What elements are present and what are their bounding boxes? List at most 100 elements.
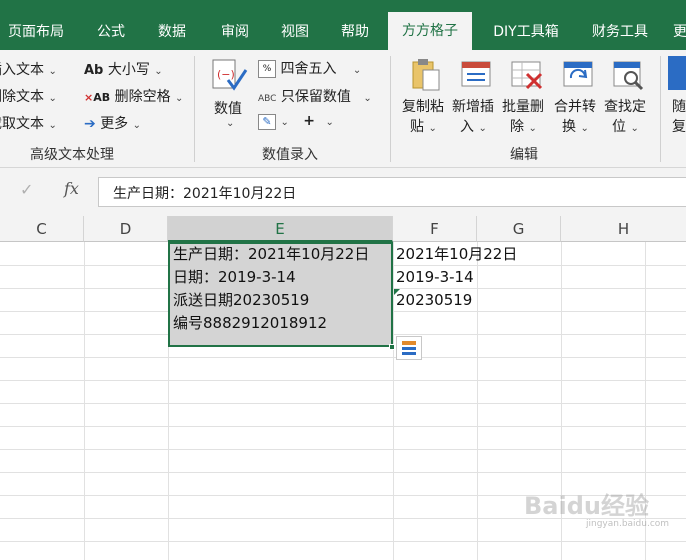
round-button[interactable]: % 四舍五入 ⌄ xyxy=(258,58,361,78)
title-strip xyxy=(0,0,686,10)
gridline xyxy=(477,242,478,560)
tab-page-layout[interactable]: 页面布局 xyxy=(0,14,72,50)
case-button[interactable]: Ab 大小写 ⌄ xyxy=(84,59,163,79)
find-locate-label-1: 查找定 xyxy=(604,99,646,115)
gridline xyxy=(0,541,686,542)
case-label: 大小写 xyxy=(107,62,150,78)
group-divider xyxy=(390,56,391,162)
tab-formulas[interactable]: 公式 xyxy=(86,14,136,50)
insert-text-button[interactable]: 插入文本 ⌄ xyxy=(0,59,57,79)
gridline xyxy=(0,426,686,427)
new-insert-button[interactable]: 新增插 入 ⌄ xyxy=(452,56,500,142)
cell-e3[interactable]: 派送日期20230519 xyxy=(173,289,309,311)
worksheet-grid[interactable]: C D E F G H 生产日期：2021年10月22日 日期：2019-3-1… xyxy=(0,216,686,560)
ribbon-tab-bar: 页面布局 公式 数据 审阅 视图 帮助 方方格子 DIY工具箱 财务工具 更 xyxy=(0,0,686,50)
group-label-number-entry: 数值录入 xyxy=(262,147,318,163)
chevron-down-icon: ⌄ xyxy=(154,66,163,77)
check-icon[interactable]: ✓ xyxy=(20,180,33,199)
batch-delete-button[interactable]: 批量删 除 ⌄ xyxy=(502,56,552,142)
find-locate-button[interactable]: 查找定 位 ⌄ xyxy=(604,56,654,142)
column-header-f[interactable]: F xyxy=(393,216,477,242)
cell-f2[interactable]: 2019-3-14 xyxy=(396,266,474,288)
random-icon xyxy=(668,56,686,90)
extract-text-label: 截取文本 xyxy=(0,116,44,132)
fx-icon[interactable]: fx xyxy=(64,179,79,198)
edit-format-button[interactable]: ✎ ⌄ + ⌄ xyxy=(258,113,334,130)
merge-convert-button[interactable]: 合并转 换 ⌄ xyxy=(554,56,604,142)
gridline xyxy=(0,357,686,358)
random-button[interactable]: 随 复 xyxy=(668,56,686,142)
case-icon: Ab xyxy=(84,63,104,78)
merge-convert-label-1: 合并转 xyxy=(554,99,596,115)
random-label-1: 随 xyxy=(672,99,686,115)
random-label-2: 复 xyxy=(672,119,686,135)
formula-content: 生产日期：2021年10月22日 xyxy=(113,186,297,202)
formula-bar: ✓ fx 生产日期：2021年10月22日 xyxy=(0,168,686,216)
more-label: 更多 xyxy=(100,116,129,132)
keep-numeric-label: 只保留数值 xyxy=(280,89,351,105)
column-header-e[interactable]: E xyxy=(168,216,393,242)
merge-convert-icon xyxy=(563,61,593,87)
tab-fangfanggezi[interactable]: 方方格子 xyxy=(388,12,472,50)
error-indicator-icon[interactable] xyxy=(394,289,400,295)
excel-window: 页面布局 公式 数据 审阅 视图 帮助 方方格子 DIY工具箱 财务工具 更 插… xyxy=(0,0,686,560)
tab-data[interactable]: 数据 xyxy=(146,14,198,50)
cell-e1[interactable]: 生产日期：2021年10月22日 xyxy=(173,243,369,265)
gridline xyxy=(0,449,686,450)
formula-input[interactable]: 生产日期：2021年10月22日 xyxy=(98,177,686,207)
cell-f1[interactable]: 2021年10月22日 xyxy=(396,243,517,265)
chevron-down-icon: ⌄ xyxy=(325,117,334,128)
tab-finance-tools[interactable]: 财务工具 xyxy=(582,14,658,50)
flash-fill-options-button[interactable] xyxy=(396,336,422,360)
chevron-down-icon: ⌄ xyxy=(48,66,57,77)
plus-icon[interactable]: + xyxy=(303,113,315,129)
clipboard-icon xyxy=(412,59,440,91)
chevron-down-icon: ⌄ xyxy=(132,120,142,131)
delete-spaces-icon: ×AB xyxy=(84,91,111,104)
gridline xyxy=(0,380,686,381)
tab-help[interactable]: 帮助 xyxy=(330,14,380,50)
find-locate-label-2: 位 ⌄ xyxy=(612,119,639,135)
keep-numeric-button[interactable]: ABC 只保留数值 ⌄ xyxy=(258,86,372,106)
new-insert-label-2: 入 ⌄ xyxy=(460,119,487,135)
abc-icon: ABC xyxy=(258,94,277,104)
group-label-edit: 编辑 xyxy=(510,147,538,163)
cell-f3[interactable]: 20230519 xyxy=(396,289,472,311)
gridline xyxy=(0,403,686,404)
copy-paste-button[interactable]: 复制粘 贴 ⌄ xyxy=(402,56,450,142)
column-header-g[interactable]: G xyxy=(477,216,561,242)
tab-review[interactable]: 审阅 xyxy=(210,14,260,50)
column-header-h[interactable]: H xyxy=(561,216,686,242)
copy-paste-label-2: 贴 ⌄ xyxy=(410,119,437,135)
tab-view[interactable]: 视图 xyxy=(270,14,320,50)
column-header-c[interactable]: C xyxy=(0,216,84,242)
batch-delete-label-2: 除 ⌄ xyxy=(510,119,537,135)
round-label: 四舍五入 xyxy=(280,61,337,77)
batch-delete-icon xyxy=(511,61,543,90)
gridline xyxy=(0,472,686,473)
cell-e4[interactable]: 编号8882912018912 xyxy=(173,312,327,334)
ribbon: 插入文本 ⌄ 删除文本 ⌄ 截取文本 ⌄ Ab 大小写 ⌄ ×AB 删除空格 ⌄… xyxy=(0,50,686,168)
svg-text:(−): (−) xyxy=(217,68,235,81)
chevron-down-icon: ⌄ xyxy=(280,117,289,128)
cell-e2[interactable]: 日期：2019-3-14 xyxy=(173,266,296,288)
chevron-down-icon: ⌄ xyxy=(48,93,57,104)
insert-rows-icon xyxy=(461,61,491,87)
arrow-right-icon: ➔ xyxy=(84,116,96,132)
copy-paste-label-1: 复制粘 xyxy=(402,99,444,115)
extract-text-button[interactable]: 截取文本 ⌄ xyxy=(0,113,57,133)
tab-diy-toolbox[interactable]: DIY工具箱 xyxy=(484,14,568,50)
round-icon: % xyxy=(258,60,276,78)
delete-spaces-button[interactable]: ×AB 删除空格 ⌄ xyxy=(84,86,183,106)
more-button[interactable]: ➔ 更多 ⌄ xyxy=(84,113,141,133)
delete-text-button[interactable]: 删除文本 ⌄ xyxy=(0,86,57,106)
group-label-text-processing: 高级文本处理 xyxy=(30,147,114,163)
chevron-down-icon: ⌄ xyxy=(175,93,184,104)
group-divider xyxy=(660,56,661,162)
fill-handle[interactable] xyxy=(389,344,395,350)
merge-convert-label-2: 换 ⌄ xyxy=(562,119,589,135)
numeric-label: 数值 xyxy=(214,101,242,117)
column-header-d[interactable]: D xyxy=(84,216,168,242)
numeric-button[interactable]: (−) 数值 ⌄ xyxy=(210,58,250,144)
tab-more[interactable]: 更 xyxy=(670,14,686,50)
